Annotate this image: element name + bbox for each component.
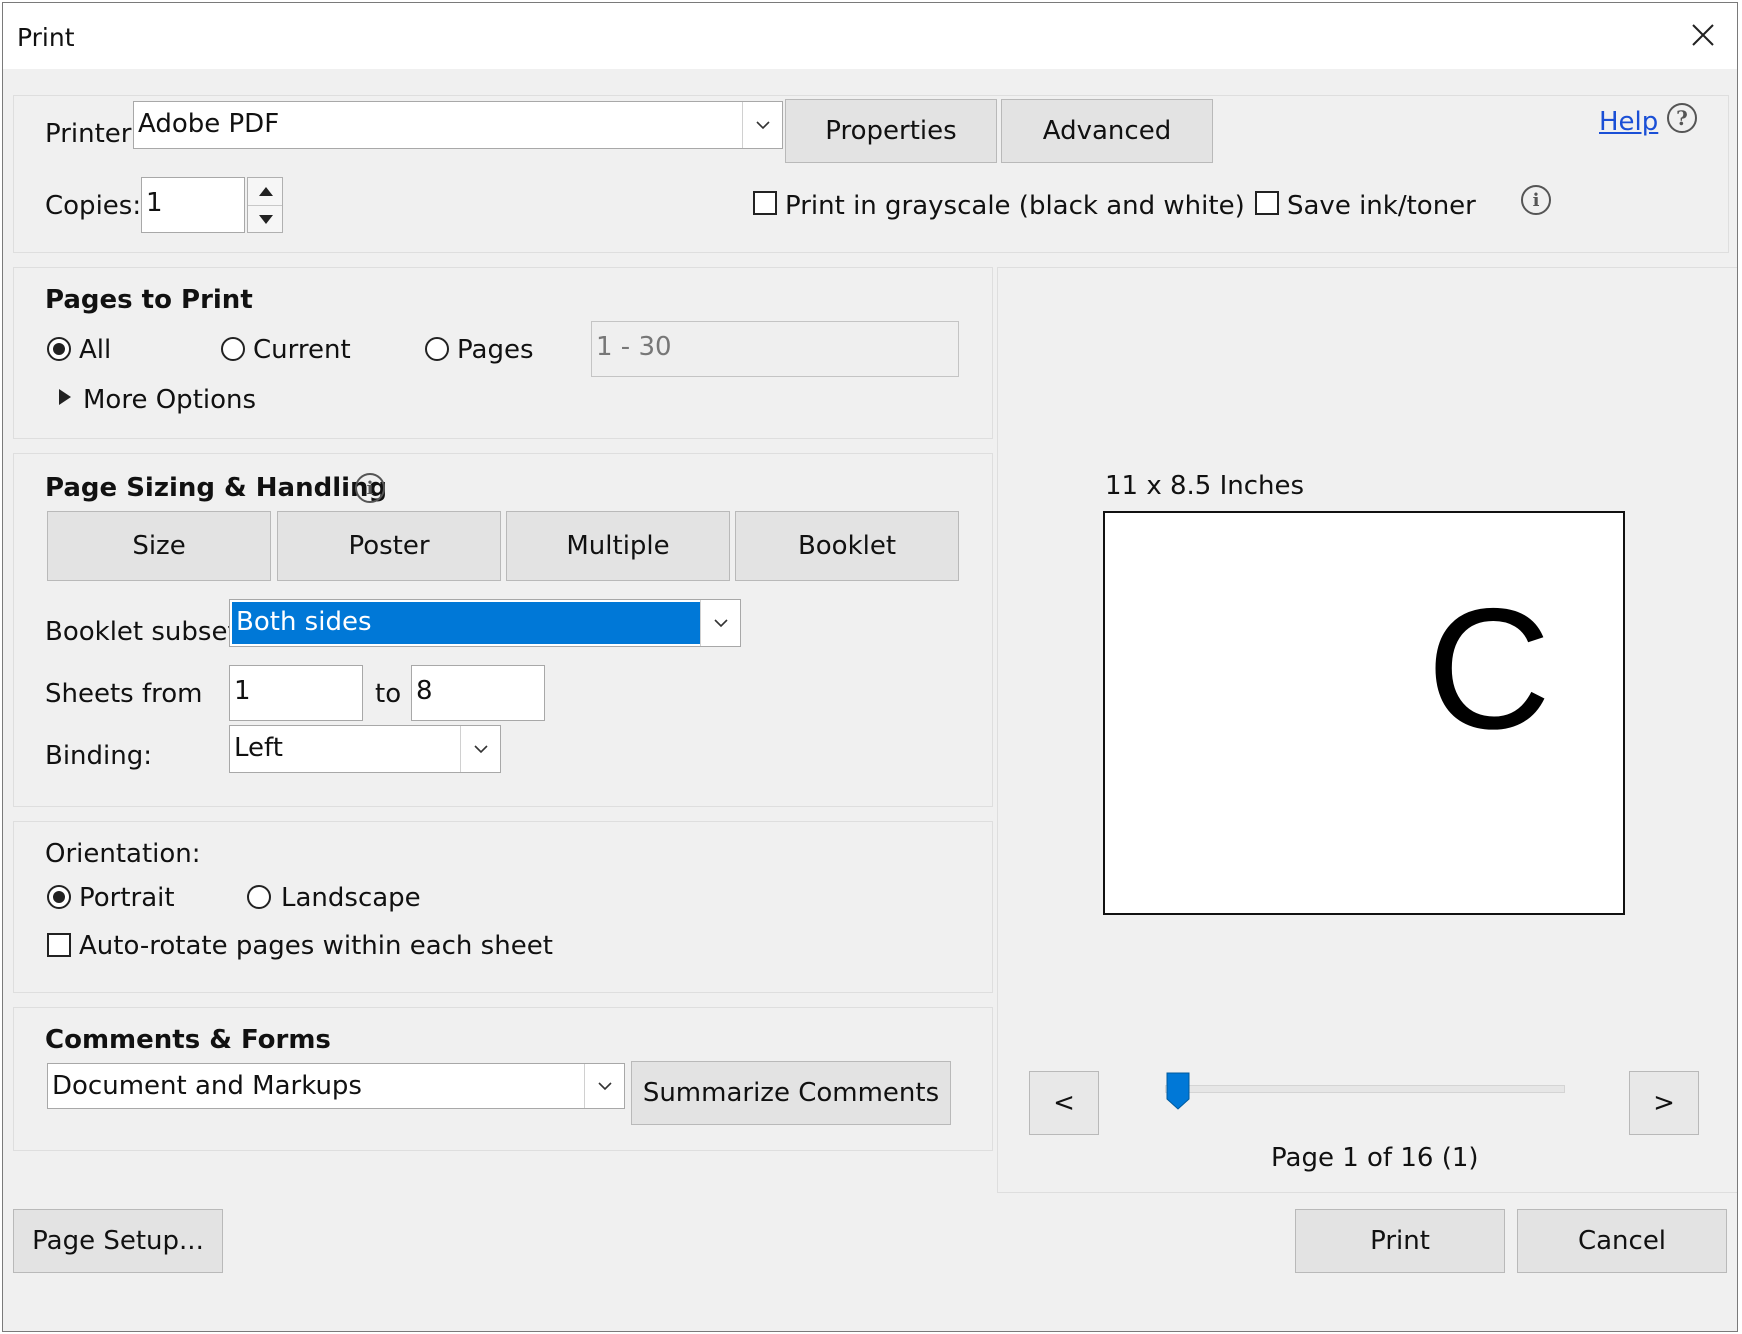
- next-page-button[interactable]: >: [1629, 1071, 1699, 1135]
- printer-select[interactable]: Adobe PDF: [133, 101, 783, 149]
- printer-value: Adobe PDF: [138, 109, 280, 139]
- help-link[interactable]: Help: [1599, 107, 1658, 137]
- help-question-icon[interactable]: ?: [1667, 103, 1697, 133]
- grayscale-checkbox[interactable]: [753, 191, 777, 215]
- page-slider-track[interactable]: [1165, 1085, 1565, 1093]
- summarize-comments-label: Summarize Comments: [642, 1078, 940, 1108]
- chevron-down-icon[interactable]: [584, 1064, 624, 1108]
- tab-booklet[interactable]: Booklet: [735, 511, 959, 581]
- properties-label: Properties: [825, 116, 957, 146]
- booklet-subset-value: Both sides: [232, 602, 700, 644]
- pages-radio[interactable]: [425, 337, 449, 361]
- window-title: Print: [17, 23, 75, 52]
- booklet-subset-label: Booklet subset:: [45, 617, 247, 647]
- chevron-down-icon[interactable]: [460, 726, 500, 772]
- properties-button[interactable]: Properties: [785, 99, 997, 163]
- sheets-to-value: 8: [416, 676, 433, 706]
- sheets-to-input[interactable]: 8: [411, 665, 545, 721]
- chevron-down-icon[interactable]: [700, 600, 740, 646]
- info-icon[interactable]: i: [1521, 185, 1551, 215]
- title-bar: Print: [3, 3, 1737, 69]
- page-status: Page 1 of 16 (1): [1271, 1143, 1479, 1173]
- landscape-label: Landscape: [281, 883, 421, 913]
- sheets-from-value: 1: [234, 676, 251, 706]
- page-sizing-info-icon[interactable]: i: [355, 473, 385, 503]
- page-sizing-heading: Page Sizing & Handling: [45, 473, 388, 503]
- print-dialog: Print Printer: Adobe PDF Properties Adva…: [2, 2, 1738, 1332]
- print-label: Print: [1370, 1226, 1430, 1256]
- pages-to-print-heading: Pages to Print: [45, 285, 253, 315]
- prev-page-button[interactable]: <: [1029, 1071, 1099, 1135]
- binding-label: Binding:: [45, 741, 153, 771]
- sheets-from-label: Sheets from: [45, 679, 203, 709]
- next-page-label: >: [1653, 1088, 1675, 1118]
- preview-size-label: 11 x 8.5 Inches: [1105, 471, 1305, 501]
- page-slider-thumb[interactable]: [1165, 1071, 1191, 1111]
- printer-label: Printer:: [45, 119, 140, 149]
- advanced-label: Advanced: [1042, 116, 1172, 146]
- pages-range-input[interactable]: 1 - 30: [591, 321, 959, 377]
- pages-range-placeholder: 1 - 30: [596, 332, 672, 362]
- more-options-label[interactable]: More Options: [83, 385, 256, 415]
- current-radio[interactable]: [221, 337, 245, 361]
- tab-size-label: Size: [132, 531, 186, 561]
- copies-value: 1: [146, 188, 163, 218]
- all-radio[interactable]: [47, 337, 71, 361]
- preview-page-content: C: [1426, 573, 1551, 765]
- print-button[interactable]: Print: [1295, 1209, 1505, 1273]
- chevron-down-icon[interactable]: [742, 102, 782, 148]
- tab-booklet-label: Booklet: [797, 531, 897, 561]
- save-ink-label: Save ink/toner: [1287, 191, 1476, 221]
- tab-poster-label: Poster: [348, 531, 430, 561]
- copies-input[interactable]: 1: [141, 177, 245, 233]
- portrait-label: Portrait: [79, 883, 175, 913]
- orientation-label: Orientation:: [45, 839, 201, 869]
- comments-forms-heading: Comments & Forms: [45, 1025, 331, 1055]
- comments-forms-value: Document and Markups: [52, 1071, 362, 1101]
- copies-label: Copies:: [45, 191, 142, 221]
- tab-multiple[interactable]: Multiple: [506, 511, 730, 581]
- comments-forms-select[interactable]: Document and Markups: [47, 1063, 625, 1109]
- page-setup-label: Page Setup...: [32, 1226, 204, 1256]
- tab-size[interactable]: Size: [47, 511, 271, 581]
- auto-rotate-label: Auto-rotate pages within each sheet: [79, 931, 553, 961]
- tab-poster[interactable]: Poster: [277, 511, 501, 581]
- advanced-button[interactable]: Advanced: [1001, 99, 1213, 163]
- stepper-down-icon[interactable]: [259, 215, 273, 224]
- cancel-button[interactable]: Cancel: [1517, 1209, 1727, 1273]
- summarize-comments-button[interactable]: Summarize Comments: [631, 1061, 951, 1125]
- auto-rotate-checkbox[interactable]: [47, 933, 71, 957]
- current-label: Current: [253, 335, 351, 365]
- tab-multiple-label: Multiple: [566, 531, 670, 561]
- page-setup-button[interactable]: Page Setup...: [13, 1209, 223, 1273]
- portrait-radio[interactable]: [47, 885, 71, 909]
- pages-label: Pages: [457, 335, 534, 365]
- prev-page-label: <: [1053, 1088, 1075, 1118]
- save-ink-checkbox[interactable]: [1255, 191, 1279, 215]
- close-icon[interactable]: [1683, 15, 1723, 55]
- expand-triangle-icon[interactable]: [59, 389, 71, 405]
- binding-select[interactable]: Left: [229, 725, 501, 773]
- preview-page: C: [1103, 511, 1625, 915]
- sheets-to-label: to: [375, 679, 402, 709]
- stepper-up-icon[interactable]: [259, 187, 273, 196]
- all-label: All: [79, 335, 112, 365]
- copies-stepper[interactable]: [247, 177, 283, 233]
- binding-value: Left: [234, 733, 283, 763]
- booklet-subset-select[interactable]: Both sides: [229, 599, 741, 647]
- cancel-label: Cancel: [1577, 1226, 1667, 1256]
- sheets-from-input[interactable]: 1: [229, 665, 363, 721]
- landscape-radio[interactable]: [247, 885, 271, 909]
- grayscale-label: Print in grayscale (black and white): [785, 191, 1245, 221]
